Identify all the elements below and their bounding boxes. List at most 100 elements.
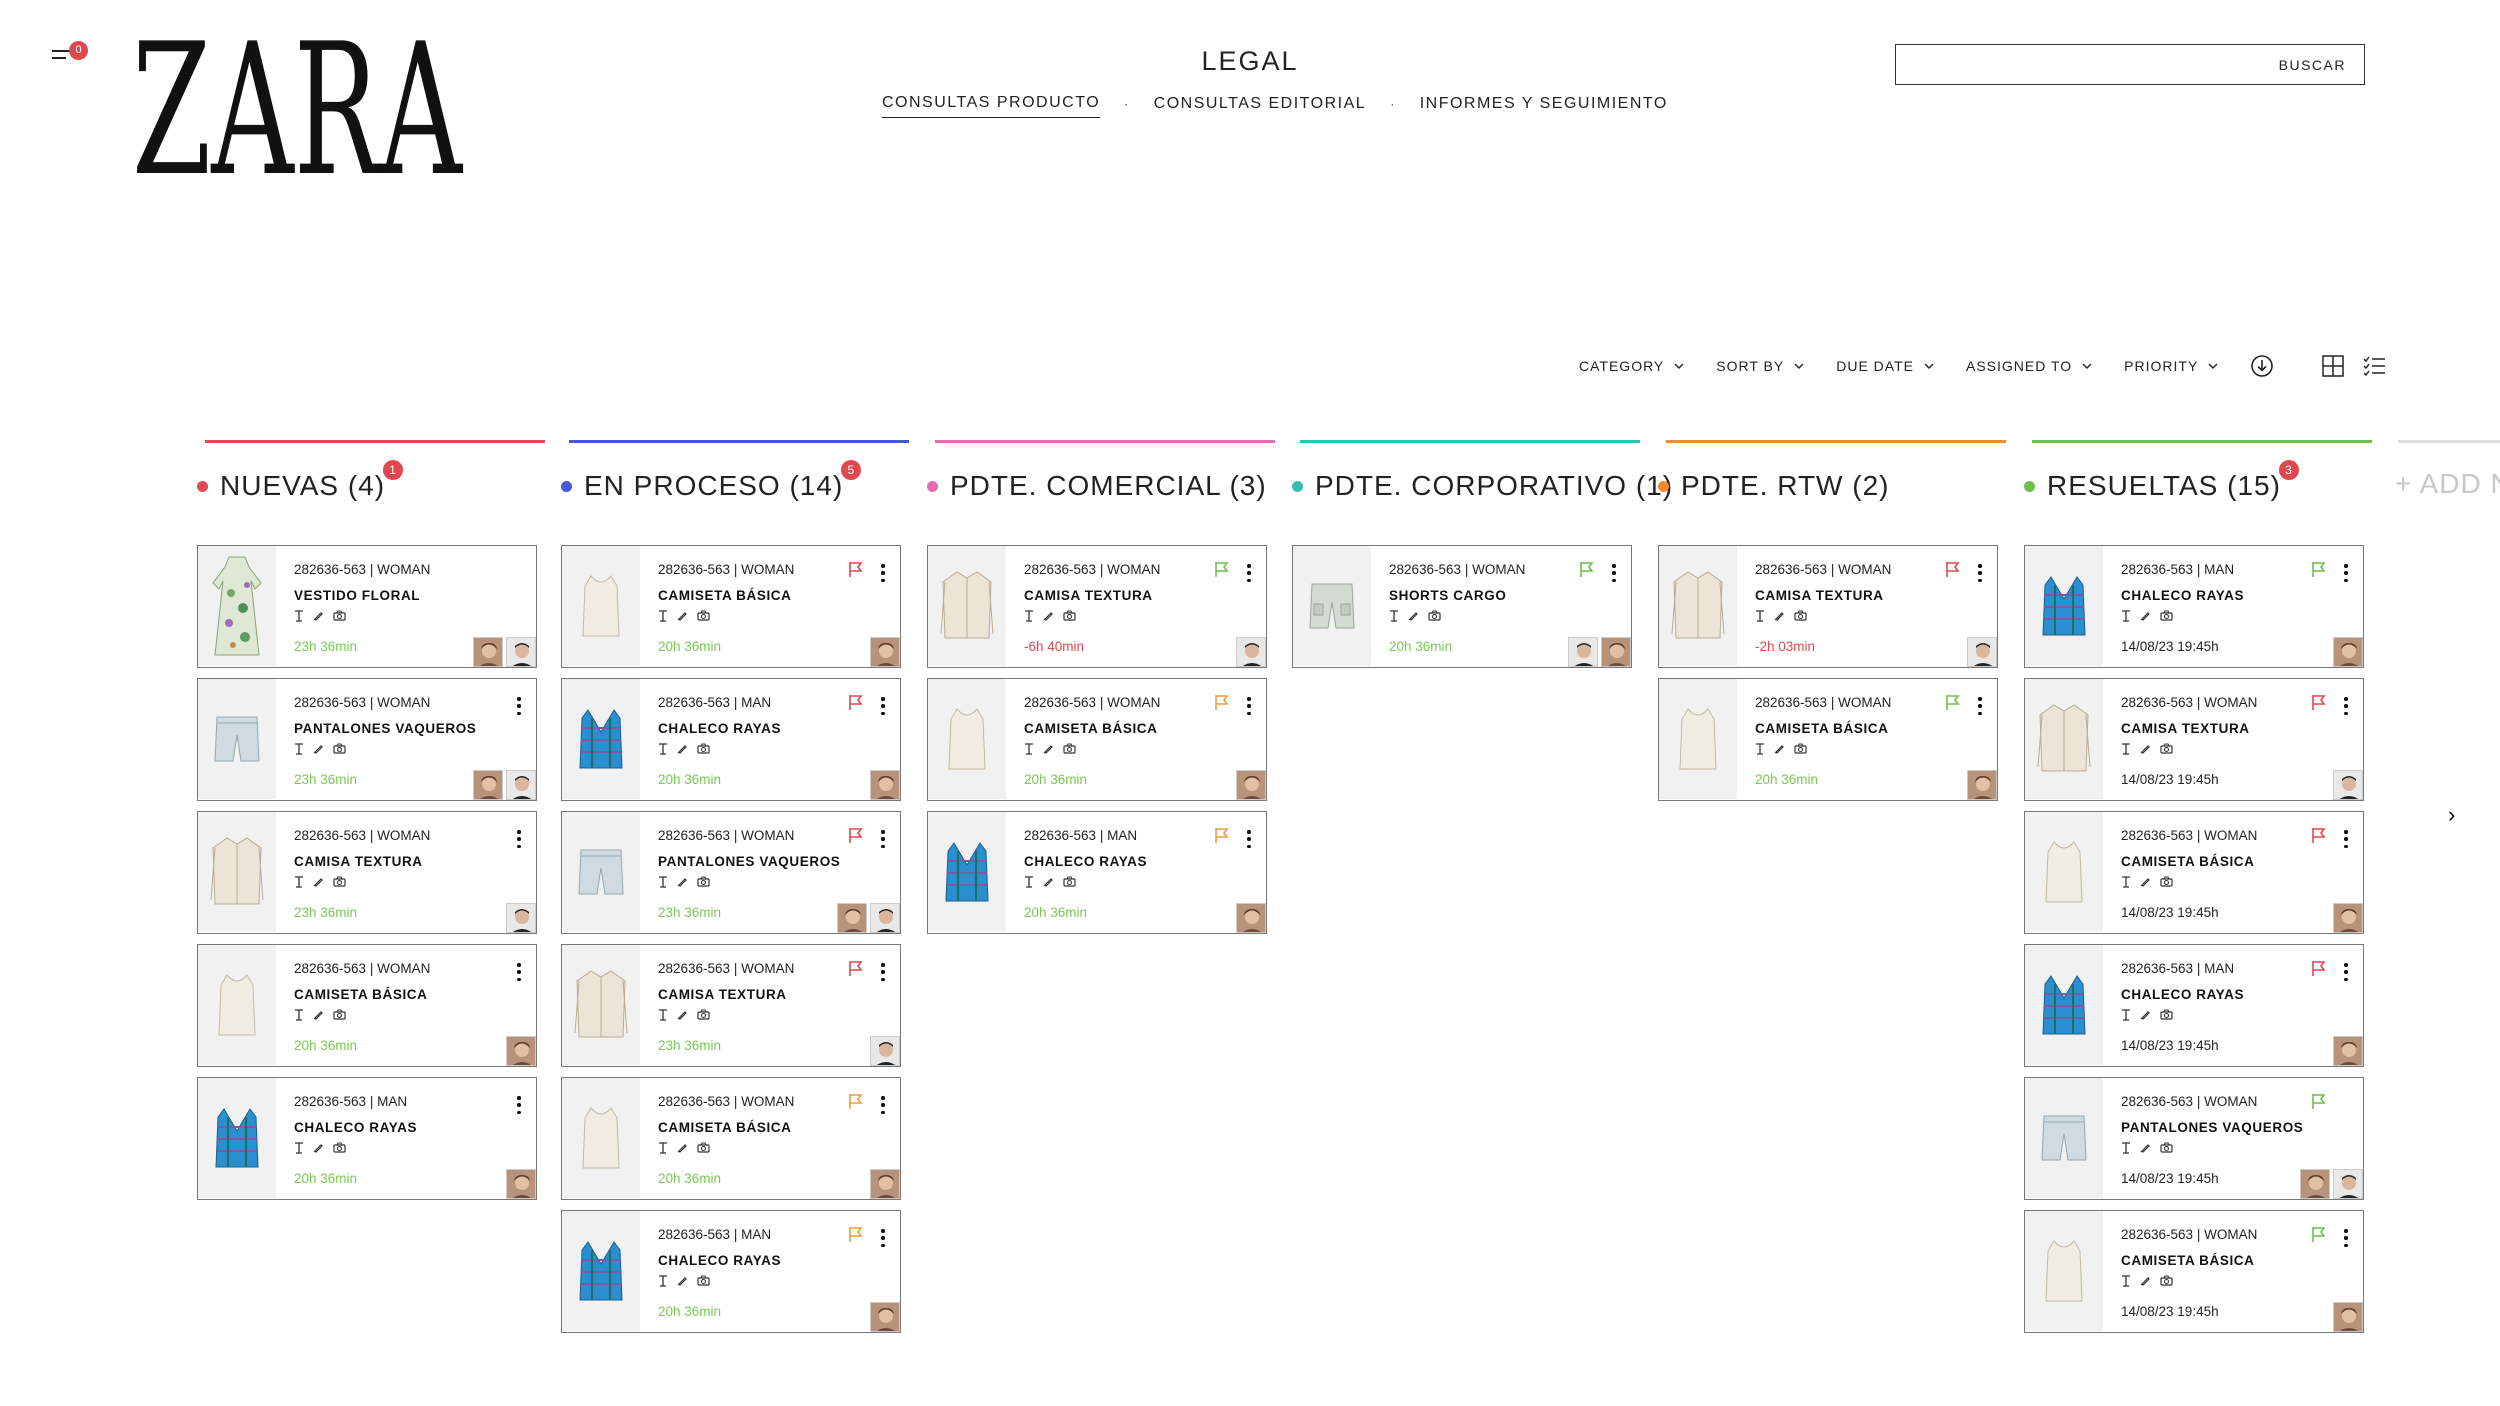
avatar[interactable] <box>2333 903 2363 933</box>
card-menu-icon[interactable] <box>2341 828 2351 850</box>
filter-sort-by[interactable]: SORT BY <box>1716 358 1804 374</box>
priority-flag-icon[interactable] <box>848 960 864 977</box>
filter-priority[interactable]: PRIORITY <box>2124 358 2218 374</box>
priority-flag-icon[interactable] <box>848 827 864 844</box>
avatar[interactable] <box>837 903 867 933</box>
priority-flag-icon[interactable] <box>848 561 864 578</box>
avatar[interactable] <box>870 1169 900 1199</box>
avatar[interactable] <box>506 770 536 800</box>
avatar[interactable] <box>1236 903 1266 933</box>
search-button[interactable]: BUSCAR <box>2279 57 2346 73</box>
priority-flag-icon[interactable] <box>2311 960 2327 977</box>
task-card[interactable]: 282636-563 | WOMAN VESTIDO FLORAL 23h 36mi… <box>197 545 537 668</box>
card-menu-icon[interactable] <box>878 828 888 850</box>
task-card[interactable]: 282636-563 | WOMAN CAMISA TEXTURA -2h 03mi… <box>1658 545 1998 668</box>
avatar[interactable] <box>506 637 536 667</box>
task-card[interactable]: 282636-563 | MAN CHALECO RAYAS 20h 36min <box>561 678 901 801</box>
priority-flag-icon[interactable] <box>848 1093 864 1110</box>
avatar[interactable] <box>1601 637 1631 667</box>
add-column-button[interactable]: + ADD N <box>2395 468 2500 500</box>
task-card[interactable]: 282636-563 | MAN CHALECO RAYAS 14/08/23 19… <box>2024 545 2364 668</box>
column-header[interactable]: NUEVAS (4) 1 <box>197 460 404 502</box>
card-menu-icon[interactable] <box>514 1094 524 1116</box>
priority-flag-icon[interactable] <box>2311 694 2327 711</box>
priority-flag-icon[interactable] <box>848 1226 864 1243</box>
avatar[interactable] <box>2333 1302 2363 1332</box>
avatar[interactable] <box>870 637 900 667</box>
card-menu-icon[interactable] <box>878 695 888 717</box>
priority-flag-icon[interactable] <box>1214 694 1230 711</box>
task-card[interactable]: 282636-563 | MAN CHALECO RAYAS 20h 36min <box>197 1077 537 1200</box>
task-card[interactable]: 282636-563 | WOMAN PANTALONES VAQUEROS 23h… <box>197 678 537 801</box>
card-menu-icon[interactable] <box>878 1227 888 1249</box>
priority-flag-icon[interactable] <box>1579 561 1595 578</box>
task-card[interactable]: 282636-563 | WOMAN CAMISETA BÁSICA 20h 36m… <box>197 944 537 1067</box>
priority-flag-icon[interactable] <box>2311 827 2327 844</box>
nav-informes-seguimiento[interactable]: INFORMES Y SEGUIMIENTO <box>1420 95 1668 118</box>
column-header[interactable]: EN PROCESO (14) 5 <box>561 460 862 502</box>
card-menu-icon[interactable] <box>1975 695 1985 717</box>
grid-view-button[interactable] <box>2322 355 2345 377</box>
task-card[interactable]: 282636-563 | WOMAN CAMISETA BÁSICA 20h 36m… <box>1658 678 1998 801</box>
avatar[interactable] <box>1236 637 1266 667</box>
priority-flag-icon[interactable] <box>1214 561 1230 578</box>
priority-flag-icon[interactable] <box>1945 561 1961 578</box>
column-header[interactable]: PDTE. COMERCIAL (3) <box>927 470 1267 502</box>
search-input[interactable] <box>1896 45 2256 84</box>
column-header[interactable]: RESUELTAS (15) 3 <box>2024 460 2299 502</box>
priority-flag-icon[interactable] <box>1945 694 1961 711</box>
avatar[interactable] <box>870 1036 900 1066</box>
task-card[interactable]: 282636-563 | WOMAN CAMISA TEXTURA -6h 40mi… <box>927 545 1267 668</box>
menu-button[interactable]: 0 <box>52 41 88 66</box>
card-menu-icon[interactable] <box>878 961 888 983</box>
avatar[interactable] <box>506 1036 536 1066</box>
avatar[interactable] <box>1967 770 1997 800</box>
task-card[interactable]: 282636-563 | WOMAN CAMISETA BÁSICA 20h 36m… <box>927 678 1267 801</box>
card-menu-icon[interactable] <box>2341 961 2351 983</box>
column-header[interactable]: PDTE. CORPORATIVO (1) <box>1292 470 1673 502</box>
avatar[interactable] <box>2333 770 2363 800</box>
card-menu-icon[interactable] <box>514 695 524 717</box>
column-header[interactable]: PDTE. RTW (2) <box>1658 470 1889 502</box>
task-card[interactable]: 282636-563 | WOMAN SHORTS CARGO 20h 36min <box>1292 545 1632 668</box>
avatar[interactable] <box>473 770 503 800</box>
card-menu-icon[interactable] <box>2341 695 2351 717</box>
task-card[interactable]: 282636-563 | WOMAN CAMISA TEXTURA 14/08/23… <box>2024 678 2364 801</box>
avatar[interactable] <box>1967 637 1997 667</box>
chevron-right-icon[interactable]: › <box>2448 802 2455 828</box>
card-menu-icon[interactable] <box>2341 1227 2351 1249</box>
task-card[interactable]: 282636-563 | WOMAN CAMISA TEXTURA 23h 36mi… <box>561 944 901 1067</box>
avatar[interactable] <box>870 903 900 933</box>
filter-due-date[interactable]: DUE DATE <box>1836 358 1934 374</box>
avatar[interactable] <box>2333 1169 2363 1199</box>
task-card[interactable]: 282636-563 | MAN CHALECO RAYAS 14/08/23 19… <box>2024 944 2364 1067</box>
avatar[interactable] <box>2300 1169 2330 1199</box>
task-card[interactable]: 282636-563 | MAN CHALECO RAYAS 20h 36min <box>927 811 1267 934</box>
task-card[interactable]: 282636-563 | WOMAN CAMISETA BÁSICA 20h 36m… <box>561 545 901 668</box>
task-card[interactable]: 282636-563 | WOMAN PANTALONES VAQUEROS 23h… <box>561 811 901 934</box>
zara-logo[interactable]: ZARA <box>132 40 472 180</box>
list-view-button[interactable] <box>2362 355 2386 377</box>
filter-assigned-to[interactable]: ASSIGNED TO <box>1966 358 2092 374</box>
card-menu-icon[interactable] <box>2341 562 2351 584</box>
priority-flag-icon[interactable] <box>848 694 864 711</box>
priority-flag-icon[interactable] <box>2311 1226 2327 1243</box>
nav-consultas-producto[interactable]: CONSULTAS PRODUCTO <box>882 94 1101 118</box>
card-menu-icon[interactable] <box>514 828 524 850</box>
card-menu-icon[interactable] <box>1244 695 1254 717</box>
download-button[interactable] <box>2250 354 2274 378</box>
avatar[interactable] <box>1236 770 1266 800</box>
filter-category[interactable]: CATEGORY <box>1579 358 1684 374</box>
avatar[interactable] <box>870 770 900 800</box>
avatar[interactable] <box>870 1302 900 1332</box>
card-menu-icon[interactable] <box>1244 828 1254 850</box>
nav-consultas-editorial[interactable]: CONSULTAS EDITORIAL <box>1154 95 1367 118</box>
priority-flag-icon[interactable] <box>1214 827 1230 844</box>
card-menu-icon[interactable] <box>1609 562 1619 584</box>
avatar[interactable] <box>2333 637 2363 667</box>
card-menu-icon[interactable] <box>1975 562 1985 584</box>
avatar[interactable] <box>506 903 536 933</box>
task-card[interactable]: 282636-563 | WOMAN CAMISETA BÁSICA 20h 36m… <box>561 1077 901 1200</box>
task-card[interactable]: 282636-563 | MAN CHALECO RAYAS 20h 36min <box>561 1210 901 1333</box>
avatar[interactable] <box>473 637 503 667</box>
